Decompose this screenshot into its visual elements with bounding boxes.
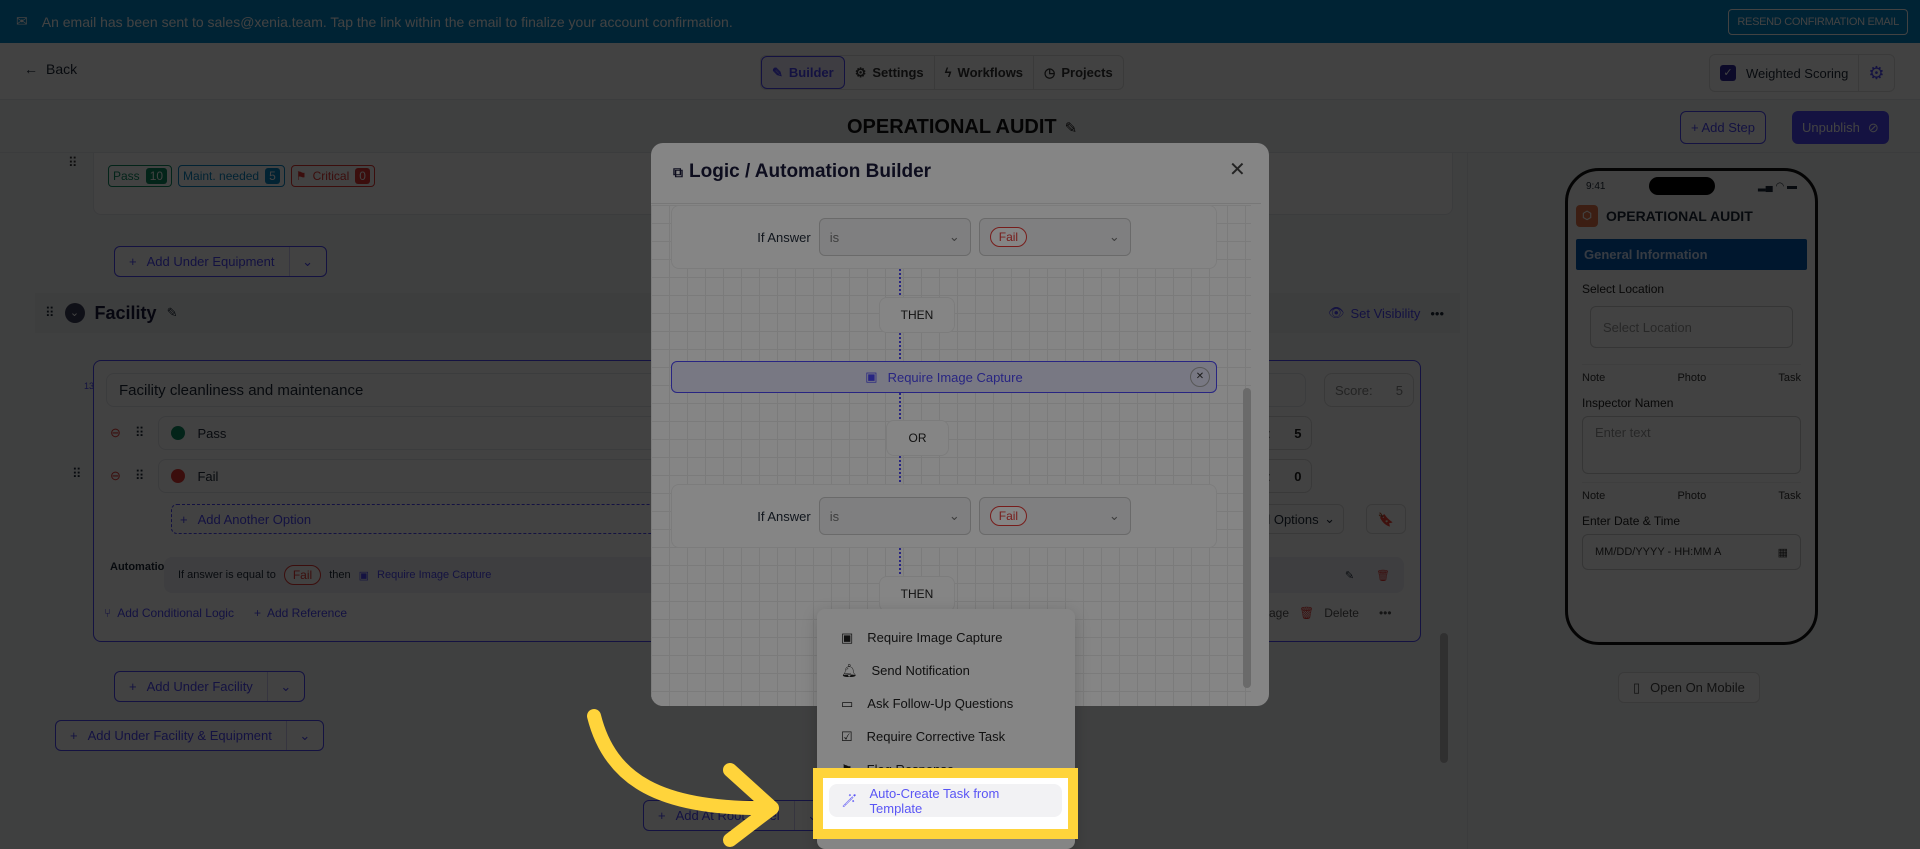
flowchart-icon: ⧉ <box>673 163 683 180</box>
connector <box>899 548 901 578</box>
menu-item-auto-create-task[interactable]: 🪄︎ Auto-Create Task from Template <box>829 784 1062 817</box>
operator-select[interactable]: is ⌄ <box>818 218 971 256</box>
connector <box>899 269 901 299</box>
bell-icon: 🔔︎ <box>841 662 858 678</box>
remove-action-icon[interactable]: ✕ <box>1190 367 1210 387</box>
action-node[interactable]: ▣ Require Image Capture ✕ <box>671 361 1217 393</box>
condition-label: If Answer <box>757 229 811 245</box>
magic-wand-icon: 🪄︎ <box>841 792 858 808</box>
menu-item-label: Auto-Create Task from Template <box>869 785 1000 816</box>
select-value: Fail <box>989 506 1028 526</box>
condition-block: If Answer is ⌄ Fail ⌄ <box>671 205 1217 269</box>
image-icon: ▣ <box>865 369 878 384</box>
image-icon: ▣ <box>841 629 854 645</box>
task-check-icon: ☑ <box>841 728 853 744</box>
value-select[interactable]: Fail ⌄ <box>978 497 1131 535</box>
divider <box>651 203 1261 204</box>
modal-title: ⧉ Logic / Automation Builder <box>673 161 931 183</box>
chevron-down-icon: ⌄ <box>948 508 960 523</box>
menu-item-send-notification[interactable]: 🔔︎ Send Notification <box>817 654 1075 687</box>
menu-item-ask-follow-up[interactable]: ▭ Ask Follow-Up Questions <box>817 687 1075 720</box>
menu-item-require-corrective-task[interactable]: ☑ Require Corrective Task <box>817 720 1075 753</box>
value-select[interactable]: Fail ⌄ <box>978 218 1131 256</box>
connector <box>899 333 901 363</box>
modal-title-text: Logic / Automation Builder <box>689 161 932 182</box>
scrollbar[interactable] <box>1243 388 1251 688</box>
then-node: THEN <box>879 576 955 612</box>
select-value: is <box>829 508 840 524</box>
chevron-down-icon: ⌄ <box>1108 508 1120 523</box>
operator-select[interactable]: is ⌄ <box>818 497 971 535</box>
connector <box>899 393 901 423</box>
highlight-frame: 🪄︎ Auto-Create Task from Template <box>813 768 1078 839</box>
menu-item-require-image-capture[interactable]: ▣ Require Image Capture <box>817 621 1075 654</box>
menu-item-label: Require Image Capture <box>867 630 1003 645</box>
condition-label: If Answer <box>757 508 811 524</box>
chevron-down-icon: ⌄ <box>948 229 960 244</box>
action-label: Require Image Capture <box>887 369 1023 385</box>
select-value: is <box>829 229 840 245</box>
chevron-down-icon: ⌄ <box>1108 229 1120 244</box>
or-node: OR <box>886 420 949 456</box>
condition-block: If Answer is ⌄ Fail ⌄ <box>671 484 1217 548</box>
close-icon[interactable]: ✕ <box>1229 157 1246 182</box>
chat-icon: ▭ <box>841 695 854 711</box>
menu-item-label: Ask Follow-Up Questions <box>867 696 1014 711</box>
select-value: Fail <box>989 227 1028 247</box>
connector <box>899 456 901 486</box>
then-node: THEN <box>879 297 955 333</box>
menu-item-label: Send Notification <box>871 663 970 678</box>
pointer-arrow-icon <box>587 709 779 847</box>
menu-item-label: Require Corrective Task <box>866 729 1006 744</box>
